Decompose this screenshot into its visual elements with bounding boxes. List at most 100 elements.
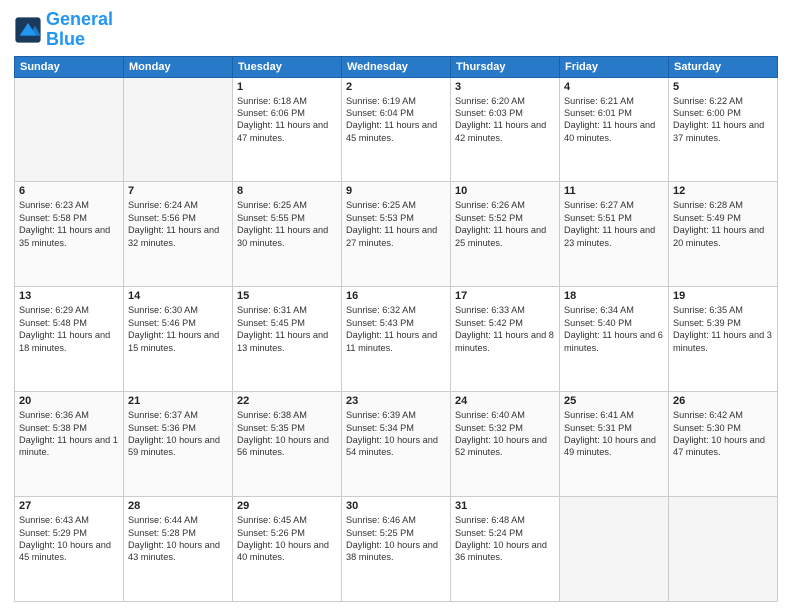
logo-general: General	[46, 9, 113, 29]
day-info: Sunrise: 6:37 AM Sunset: 5:36 PM Dayligh…	[128, 409, 228, 459]
day-info: Sunrise: 6:43 AM Sunset: 5:29 PM Dayligh…	[19, 514, 119, 564]
day-info: Sunrise: 6:48 AM Sunset: 5:24 PM Dayligh…	[455, 514, 555, 564]
day-number: 26	[673, 395, 773, 407]
day-number: 13	[19, 290, 119, 302]
col-friday: Friday	[560, 56, 669, 77]
day-number: 14	[128, 290, 228, 302]
day-info: Sunrise: 6:24 AM Sunset: 5:56 PM Dayligh…	[128, 199, 228, 249]
calendar-cell: 13 Sunrise: 6:29 AM Sunset: 5:48 PM Dayli…	[15, 287, 124, 392]
day-number: 23	[346, 395, 446, 407]
logo-text: General Blue	[46, 10, 113, 50]
day-number: 9	[346, 185, 446, 197]
day-info: Sunrise: 6:29 AM Sunset: 5:48 PM Dayligh…	[19, 304, 119, 354]
calendar-cell: 26 Sunrise: 6:42 AM Sunset: 5:30 PM Dayli…	[669, 392, 778, 497]
day-info: Sunrise: 6:18 AM Sunset: 6:06 PM Dayligh…	[237, 95, 337, 145]
calendar-cell: 30Sunrise: 6:46 AM Sunset: 5:25 PM Dayli…	[342, 497, 451, 602]
day-info: Sunrise: 6:34 AM Sunset: 5:40 PM Dayligh…	[564, 304, 664, 354]
calendar-cell	[15, 77, 124, 182]
day-info: Sunrise: 6:30 AM Sunset: 5:46 PM Dayligh…	[128, 304, 228, 354]
day-number: 27	[19, 500, 119, 512]
day-number: 29	[237, 500, 337, 512]
day-info: Sunrise: 6:28 AM Sunset: 5:49 PM Dayligh…	[673, 199, 773, 249]
day-info: Sunrise: 6:20 AM Sunset: 6:03 PM Dayligh…	[455, 95, 555, 145]
day-number: 16	[346, 290, 446, 302]
day-number: 2	[346, 81, 446, 93]
day-number: 30	[346, 500, 446, 512]
day-info: Sunrise: 6:23 AM Sunset: 5:58 PM Dayligh…	[19, 199, 119, 249]
calendar-cell: 14 Sunrise: 6:30 AM Sunset: 5:46 PM Dayli…	[124, 287, 233, 392]
col-thursday: Thursday	[451, 56, 560, 77]
day-number: 6	[19, 185, 119, 197]
calendar-cell: 28 Sunrise: 6:44 AM Sunset: 5:28 PM Dayli…	[124, 497, 233, 602]
day-info: Sunrise: 6:35 AM Sunset: 5:39 PM Dayligh…	[673, 304, 773, 354]
calendar-cell: 6 Sunrise: 6:23 AM Sunset: 5:58 PM Daylig…	[15, 182, 124, 287]
day-number: 18	[564, 290, 664, 302]
calendar-cell: 7 Sunrise: 6:24 AM Sunset: 5:56 PM Daylig…	[124, 182, 233, 287]
day-info: Sunrise: 6:38 AM Sunset: 5:35 PM Dayligh…	[237, 409, 337, 459]
calendar-cell: 3 Sunrise: 6:20 AM Sunset: 6:03 PM Daylig…	[451, 77, 560, 182]
header: General Blue	[14, 10, 778, 50]
day-info: Sunrise: 6:25 AM Sunset: 5:53 PM Dayligh…	[346, 199, 446, 249]
logo-icon	[14, 16, 42, 44]
day-info: Sunrise: 6:42 AM Sunset: 5:30 PM Dayligh…	[673, 409, 773, 459]
col-sunday: Sunday	[15, 56, 124, 77]
calendar-cell: 25 Sunrise: 6:41 AM Sunset: 5:31 PM Dayli…	[560, 392, 669, 497]
day-info: Sunrise: 6:21 AM Sunset: 6:01 PM Dayligh…	[564, 95, 664, 145]
day-number: 5	[673, 81, 773, 93]
calendar-cell	[560, 497, 669, 602]
day-number: 10	[455, 185, 555, 197]
calendar-cell	[124, 77, 233, 182]
day-info: Sunrise: 6:39 AM Sunset: 5:34 PM Dayligh…	[346, 409, 446, 459]
day-number: 20	[19, 395, 119, 407]
day-info: Sunrise: 6:45 AM Sunset: 5:26 PM Dayligh…	[237, 514, 337, 564]
day-number: 17	[455, 290, 555, 302]
day-info: Sunrise: 6:44 AM Sunset: 5:28 PM Dayligh…	[128, 514, 228, 564]
calendar-cell: 27 Sunrise: 6:43 AM Sunset: 5:29 PM Dayli…	[15, 497, 124, 602]
day-number: 7	[128, 185, 228, 197]
week-row-4: 20 Sunrise: 6:36 AM Sunset: 5:38 PM Dayli…	[15, 392, 778, 497]
day-number: 28	[128, 500, 228, 512]
day-info: Sunrise: 6:22 AM Sunset: 6:00 PM Dayligh…	[673, 95, 773, 145]
calendar-cell: 1Sunrise: 6:18 AM Sunset: 6:06 PM Daylig…	[233, 77, 342, 182]
logo-blue: Blue	[46, 29, 85, 49]
calendar-table: Sunday Monday Tuesday Wednesday Thursday…	[14, 56, 778, 602]
calendar-cell: 5 Sunrise: 6:22 AM Sunset: 6:00 PM Daylig…	[669, 77, 778, 182]
calendar-cell: 22Sunrise: 6:38 AM Sunset: 5:35 PM Dayli…	[233, 392, 342, 497]
week-row-3: 13 Sunrise: 6:29 AM Sunset: 5:48 PM Dayli…	[15, 287, 778, 392]
calendar-cell: 11Sunrise: 6:27 AM Sunset: 5:51 PM Dayli…	[560, 182, 669, 287]
col-wednesday: Wednesday	[342, 56, 451, 77]
week-row-2: 6 Sunrise: 6:23 AM Sunset: 5:58 PM Daylig…	[15, 182, 778, 287]
calendar-header-row: Sunday Monday Tuesday Wednesday Thursday…	[15, 56, 778, 77]
day-info: Sunrise: 6:31 AM Sunset: 5:45 PM Dayligh…	[237, 304, 337, 354]
calendar-cell: 19 Sunrise: 6:35 AM Sunset: 5:39 PM Dayli…	[669, 287, 778, 392]
day-info: Sunrise: 6:25 AM Sunset: 5:55 PM Dayligh…	[237, 199, 337, 249]
calendar-cell: 20 Sunrise: 6:36 AM Sunset: 5:38 PM Dayli…	[15, 392, 124, 497]
page: General Blue Sunday Monday Tuesday Wedne…	[0, 0, 792, 612]
day-info: Sunrise: 6:33 AM Sunset: 5:42 PM Dayligh…	[455, 304, 555, 354]
day-info: Sunrise: 6:40 AM Sunset: 5:32 PM Dayligh…	[455, 409, 555, 459]
calendar-cell: 17 Sunrise: 6:33 AM Sunset: 5:42 PM Dayli…	[451, 287, 560, 392]
day-number: 12	[673, 185, 773, 197]
calendar-cell: 29 Sunrise: 6:45 AM Sunset: 5:26 PM Dayli…	[233, 497, 342, 602]
day-info: Sunrise: 6:32 AM Sunset: 5:43 PM Dayligh…	[346, 304, 446, 354]
day-number: 21	[128, 395, 228, 407]
day-number: 11	[564, 185, 664, 197]
day-number: 31	[455, 500, 555, 512]
day-info: Sunrise: 6:36 AM Sunset: 5:38 PM Dayligh…	[19, 409, 119, 459]
calendar-cell: 2Sunrise: 6:19 AM Sunset: 6:04 PM Daylig…	[342, 77, 451, 182]
col-monday: Monday	[124, 56, 233, 77]
day-number: 19	[673, 290, 773, 302]
week-row-1: 1Sunrise: 6:18 AM Sunset: 6:06 PM Daylig…	[15, 77, 778, 182]
col-tuesday: Tuesday	[233, 56, 342, 77]
calendar-cell	[669, 497, 778, 602]
week-row-5: 27 Sunrise: 6:43 AM Sunset: 5:29 PM Dayli…	[15, 497, 778, 602]
calendar-cell: 23 Sunrise: 6:39 AM Sunset: 5:34 PM Dayli…	[342, 392, 451, 497]
day-number: 25	[564, 395, 664, 407]
calendar-cell: 16 Sunrise: 6:32 AM Sunset: 5:43 PM Dayli…	[342, 287, 451, 392]
day-info: Sunrise: 6:41 AM Sunset: 5:31 PM Dayligh…	[564, 409, 664, 459]
day-number: 8	[237, 185, 337, 197]
day-number: 3	[455, 81, 555, 93]
calendar-cell: 31 Sunrise: 6:48 AM Sunset: 5:24 PM Dayli…	[451, 497, 560, 602]
day-number: 15	[237, 290, 337, 302]
calendar-cell: 10Sunrise: 6:26 AM Sunset: 5:52 PM Dayli…	[451, 182, 560, 287]
